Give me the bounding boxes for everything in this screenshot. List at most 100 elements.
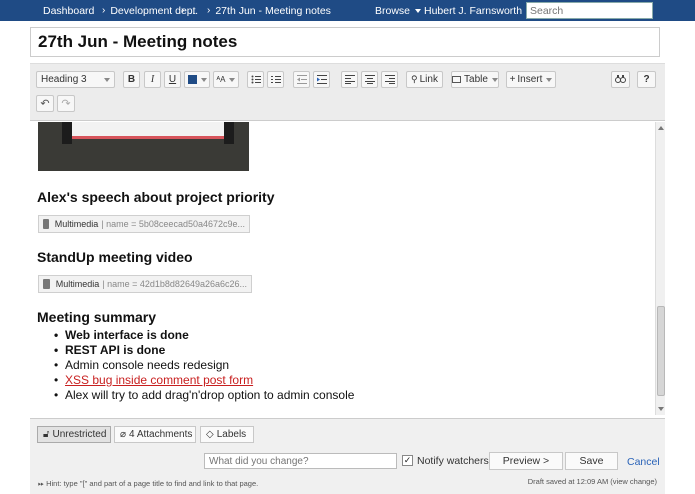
chevron-down-icon: [229, 77, 236, 82]
embedded-image[interactable]: [38, 122, 249, 171]
list-item: Admin console needs redesign: [54, 358, 354, 373]
macro-params: | name = 42d1b8d82649a26a6c26...: [102, 279, 247, 289]
text-color-button[interactable]: [184, 71, 210, 88]
list-item: Web interface is done: [54, 328, 354, 343]
scroll-up-icon[interactable]: [658, 126, 664, 130]
insert-button[interactable]: + Insert: [506, 71, 556, 88]
align-left-button[interactable]: [341, 71, 358, 88]
breadcrumb-label[interactable]: Dashboard: [43, 5, 94, 17]
table-icon: [452, 76, 462, 83]
underline-button[interactable]: U: [164, 71, 181, 88]
draft-saved-status[interactable]: Draft saved at 12:09 AM (view change): [528, 477, 657, 486]
bold-button[interactable]: B: [123, 71, 140, 88]
find-replace-button[interactable]: [611, 71, 630, 88]
heading-speech: Alex's speech about project priority: [37, 189, 275, 205]
find-replace-icon: [615, 75, 626, 83]
chevron-down-icon: [415, 8, 422, 13]
list-item: REST API is done: [54, 343, 354, 358]
italic-button[interactable]: I: [144, 71, 161, 88]
notify-watchers-checkbox[interactable]: ✓: [402, 455, 413, 466]
unlock-icon: 🔓︎: [43, 429, 50, 440]
undo-button[interactable]: ↶: [36, 95, 54, 112]
bullet-list-button[interactable]: [247, 71, 264, 88]
multimedia-icon: [43, 279, 50, 289]
chevron-down-icon: [200, 77, 207, 82]
link-icon: ⚲: [411, 74, 418, 84]
redo-icon: ↷: [61, 98, 71, 110]
editor-scrollbar[interactable]: [655, 122, 665, 415]
restrictions-button[interactable]: 🔓︎ Unrestricted: [37, 426, 111, 443]
chevron-right-icon: ›: [207, 5, 211, 16]
numbered-list-button[interactable]: [267, 71, 284, 88]
breadcrumb-dashboard[interactable]: Dashboard: [43, 5, 94, 17]
user-menu[interactable]: Hubert J. Farnsworth: [424, 0, 534, 21]
align-center-button[interactable]: [361, 71, 378, 88]
align-center-icon: [364, 75, 375, 84]
save-button[interactable]: Save: [565, 452, 618, 470]
user-name[interactable]: Hubert J. Farnsworth: [424, 5, 522, 17]
plus-icon: +: [509, 74, 516, 85]
chevron-right-icon: ›: [181, 5, 185, 16]
macro-label: Multimedia: [54, 219, 99, 229]
align-left-icon: [344, 75, 355, 84]
breadcrumb-label[interactable]: ...: [189, 5, 198, 17]
link-button[interactable]: ⚲ Link: [406, 71, 443, 88]
insert-label: Insert: [517, 74, 543, 85]
chevron-down-icon: [104, 77, 110, 82]
help-icon: ?: [643, 74, 650, 85]
preview-label: Preview >: [502, 455, 550, 467]
link-label: Link: [419, 74, 438, 85]
top-navigation-bar: Dashboard › Development dept ›... › 27th J…: [0, 0, 695, 21]
browse-label[interactable]: Browse: [375, 5, 410, 17]
paragraph-style-value: Heading 3: [41, 74, 87, 85]
page-title-field[interactable]: 27th Jun - Meeting notes: [30, 27, 660, 57]
editor-footer: 🔓︎Unrestricted ⌀4 Attachments ◇Labels ✓ …: [30, 418, 665, 494]
tag-icon: ◇: [206, 429, 214, 440]
editor-toolbar: Heading 3 B I U ᴬA ⚲ Link Table + Insert ?…: [30, 63, 665, 121]
table-label: Table: [464, 74, 488, 85]
multimedia-icon: [43, 219, 49, 229]
image-clip-detail: [62, 122, 72, 144]
page-title[interactable]: 27th Jun - Meeting notes: [38, 32, 237, 52]
xss-bug-link[interactable]: XSS bug inside comment post form: [65, 373, 253, 387]
change-comment-input[interactable]: [204, 453, 397, 469]
numbered-list-icon: [270, 76, 281, 83]
attachments-button[interactable]: ⌀ 4 Attachments: [114, 426, 196, 443]
outdent-button[interactable]: [293, 71, 310, 88]
align-right-button[interactable]: [381, 71, 398, 88]
chevron-down-icon: [491, 77, 498, 82]
breadcrumb-label[interactable]: 27th Jun - Meeting notes: [215, 5, 331, 17]
breadcrumb-ellipsis[interactable]: ›...: [173, 5, 198, 17]
redo-button[interactable]: ↷: [57, 95, 75, 112]
more-formatting-button[interactable]: ᴬA: [213, 71, 239, 88]
text-color-swatch: [187, 75, 197, 84]
cancel-link[interactable]: Cancel: [627, 456, 660, 468]
labels-button[interactable]: ◇ Labels: [200, 426, 254, 443]
heading-video: StandUp meeting video: [37, 249, 193, 265]
indent-button[interactable]: [313, 71, 330, 88]
forward-icon: ⏩︎: [38, 479, 47, 488]
editor-content[interactable]: Alex's speech about project priority Mul…: [30, 122, 655, 415]
paragraph-style-select[interactable]: Heading 3: [36, 71, 115, 88]
search-input[interactable]: [526, 2, 653, 19]
table-button[interactable]: Table: [451, 71, 499, 88]
multimedia-macro[interactable]: Multimedia | name = 5b08ceecad50a4672c9e…: [38, 215, 250, 233]
labels-label: Labels: [216, 429, 247, 440]
chevron-down-icon: [546, 77, 553, 82]
scroll-down-icon[interactable]: [658, 407, 664, 411]
summary-list: Web interface is done REST API is done A…: [54, 328, 354, 403]
scroll-thumb[interactable]: [657, 306, 665, 396]
outdent-icon: [296, 75, 307, 84]
underline-icon: U: [168, 74, 177, 85]
multimedia-macro[interactable]: Multimedia | name = 42d1b8d82649a26a6c26…: [38, 275, 252, 293]
image-clip-detail: [224, 122, 234, 144]
preview-button[interactable]: Preview >: [489, 452, 563, 470]
help-button[interactable]: ?: [637, 71, 656, 88]
image-paper-detail: [66, 122, 228, 139]
list-item-link[interactable]: XSS bug inside comment post form: [54, 373, 354, 388]
italic-icon: I: [150, 74, 155, 85]
breadcrumb-current-page[interactable]: › 27th Jun - Meeting notes: [199, 5, 331, 17]
bullet-list-icon: [251, 75, 261, 84]
browse-menu[interactable]: Browse: [375, 0, 422, 21]
notify-watchers-label[interactable]: Notify watchers: [417, 455, 489, 467]
